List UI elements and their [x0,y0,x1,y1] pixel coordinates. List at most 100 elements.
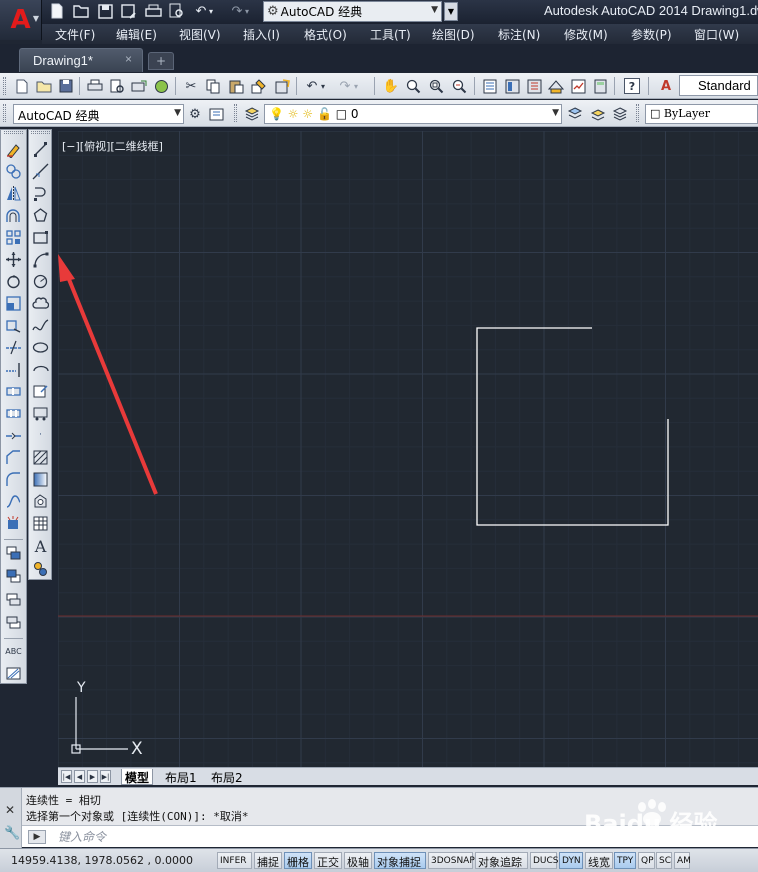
status-toggle-8[interactable]: DUCS [530,852,559,869]
status-toggle-1[interactable]: 捕捉 [254,852,282,869]
polygon-icon[interactable] [31,206,50,225]
markup-set-icon[interactable] [569,77,587,95]
hatch-to-back-icon[interactable] [4,664,23,683]
redo-dropdown-icon[interactable]: ▾ [351,77,361,95]
save-icon[interactable] [57,77,75,95]
status-toggle-10[interactable]: 线宽 [585,852,613,869]
publish-icon[interactable] [130,77,148,95]
new-icon[interactable] [13,77,31,95]
help-icon[interactable]: ? [624,78,640,94]
circle-icon[interactable] [31,272,50,291]
plot-preview-icon[interactable] [108,77,126,95]
tab-drawing1[interactable]: Drawing1* × [19,48,143,72]
gradient-icon[interactable] [31,470,50,489]
workspace-settings-icon[interactable]: ⚙ [186,105,204,123]
menu-edit[interactable]: 编辑(E) [116,26,157,43]
coordinate-readout[interactable]: 14959.4138, 1978.0562 , 0.0000 [11,854,193,867]
status-toggle-9[interactable]: DYN [559,852,583,869]
layer-properties-icon[interactable] [243,105,261,123]
menu-window[interactable]: 窗口(W) [694,26,739,43]
insert-block-icon[interactable] [31,382,50,401]
command-prompt-icon[interactable]: ▶ [28,830,46,844]
make-block-icon[interactable] [31,404,50,423]
revision-cloud-icon[interactable] [31,294,50,313]
save-icon[interactable] [96,2,114,20]
command-window-handle[interactable]: ✕ 🔧 [0,788,22,848]
calculator-icon[interactable] [591,77,609,95]
layer-previous-icon[interactable] [589,105,607,123]
first-tab-icon[interactable]: |◀ [61,770,72,783]
redo-dropdown-icon[interactable]: ▾ [242,2,252,20]
previous-tab-icon[interactable]: ◀ [74,770,85,783]
tab-model[interactable]: 模型 [121,769,154,785]
break-at-point-icon[interactable] [4,382,23,401]
command-input[interactable] [58,829,658,845]
copy-object-icon[interactable] [4,162,23,181]
menu-insert[interactable]: 插入(I) [243,26,280,43]
rectangle-icon[interactable] [31,228,50,247]
draw-order-above-icon[interactable] [4,590,23,609]
zoom-window-icon[interactable] [427,77,445,95]
menu-format[interactable]: 格式(O) [304,26,347,43]
toolbar-grip[interactable] [234,104,237,122]
extend-icon[interactable] [4,360,23,379]
application-menu-button[interactable]: A ▼ [0,0,42,40]
line-icon[interactable] [31,140,50,159]
pan-icon[interactable]: ✋ [382,77,400,95]
point-icon[interactable]: · [31,426,50,445]
new-tab-button[interactable]: + [148,52,174,70]
wrench-icon[interactable]: 🔧 [4,826,20,841]
color-combo[interactable]: □ ByLayer [645,104,758,124]
offset-icon[interactable] [4,206,23,225]
last-tab-icon[interactable]: ▶| [100,770,111,783]
tool-palettes-icon[interactable] [525,77,543,95]
draw-order-back-icon[interactable] [4,567,23,586]
table-icon[interactable] [31,514,50,533]
spline-icon[interactable] [31,316,50,335]
cut-icon[interactable]: ✂ [182,77,200,95]
sheet-set-icon[interactable] [547,77,565,95]
plot-icon[interactable] [144,2,162,20]
menu-modify[interactable]: 修改(M) [564,26,608,43]
menu-file[interactable]: 文件(F) [55,26,95,43]
close-icon[interactable]: × [125,52,132,66]
status-toggle-11[interactable]: TPY [614,852,636,869]
toolbar-grip[interactable] [3,77,6,95]
move-icon[interactable] [4,250,23,269]
plot-preview-icon[interactable] [168,2,186,20]
status-toggle-5[interactable]: 对象捕捉 [374,852,426,869]
draw-order-under-icon[interactable] [4,613,23,632]
hatch-icon[interactable] [31,448,50,467]
viewport-controls[interactable]: [−][俯视][二维线框] [62,138,163,154]
close-icon[interactable]: ✕ [5,803,15,817]
arc-icon[interactable] [31,250,50,269]
workspace-dropdown[interactable]: ⚙ AutoCAD 经典 ▼ [263,1,442,22]
status-toggle-6[interactable]: 3DOSNAP [428,852,475,869]
text-to-front-icon[interactable]: ABC [4,642,23,661]
toolbar-grip[interactable] [4,131,23,134]
join-icon[interactable] [4,426,23,445]
array-icon[interactable] [4,228,23,247]
save-as-icon[interactable] [120,2,138,20]
text-style-dropdown[interactable]: Standard [679,75,758,96]
menu-dimension[interactable]: 标注(N) [498,26,540,43]
chamfer-icon[interactable] [4,448,23,467]
open-icon[interactable] [35,77,53,95]
status-toggle-3[interactable]: 正交 [314,852,342,869]
toolbar-grip[interactable] [31,131,50,134]
fillet-icon[interactable] [4,470,23,489]
rotate-icon[interactable] [4,272,23,291]
scale-icon[interactable] [4,294,23,313]
layer-state-icon[interactable] [611,105,629,123]
mirror-icon[interactable] [4,184,23,203]
status-toggle-2[interactable]: 栅格 [284,852,312,869]
workspace-combo[interactable]: AutoCAD 经典 ▼ [13,104,184,124]
open-icon[interactable] [72,2,90,20]
trim-icon[interactable] [4,338,23,357]
design-center-icon[interactable] [503,77,521,95]
zoom-previous-icon[interactable] [450,77,468,95]
undo-dropdown-icon[interactable]: ▾ [206,2,216,20]
menu-view[interactable]: 视图(V) [179,26,221,43]
ellipse-arc-icon[interactable] [31,360,50,379]
layer-combo[interactable]: 💡 ☼ ☼ 🔓 □ 0 ▼ [264,104,562,124]
